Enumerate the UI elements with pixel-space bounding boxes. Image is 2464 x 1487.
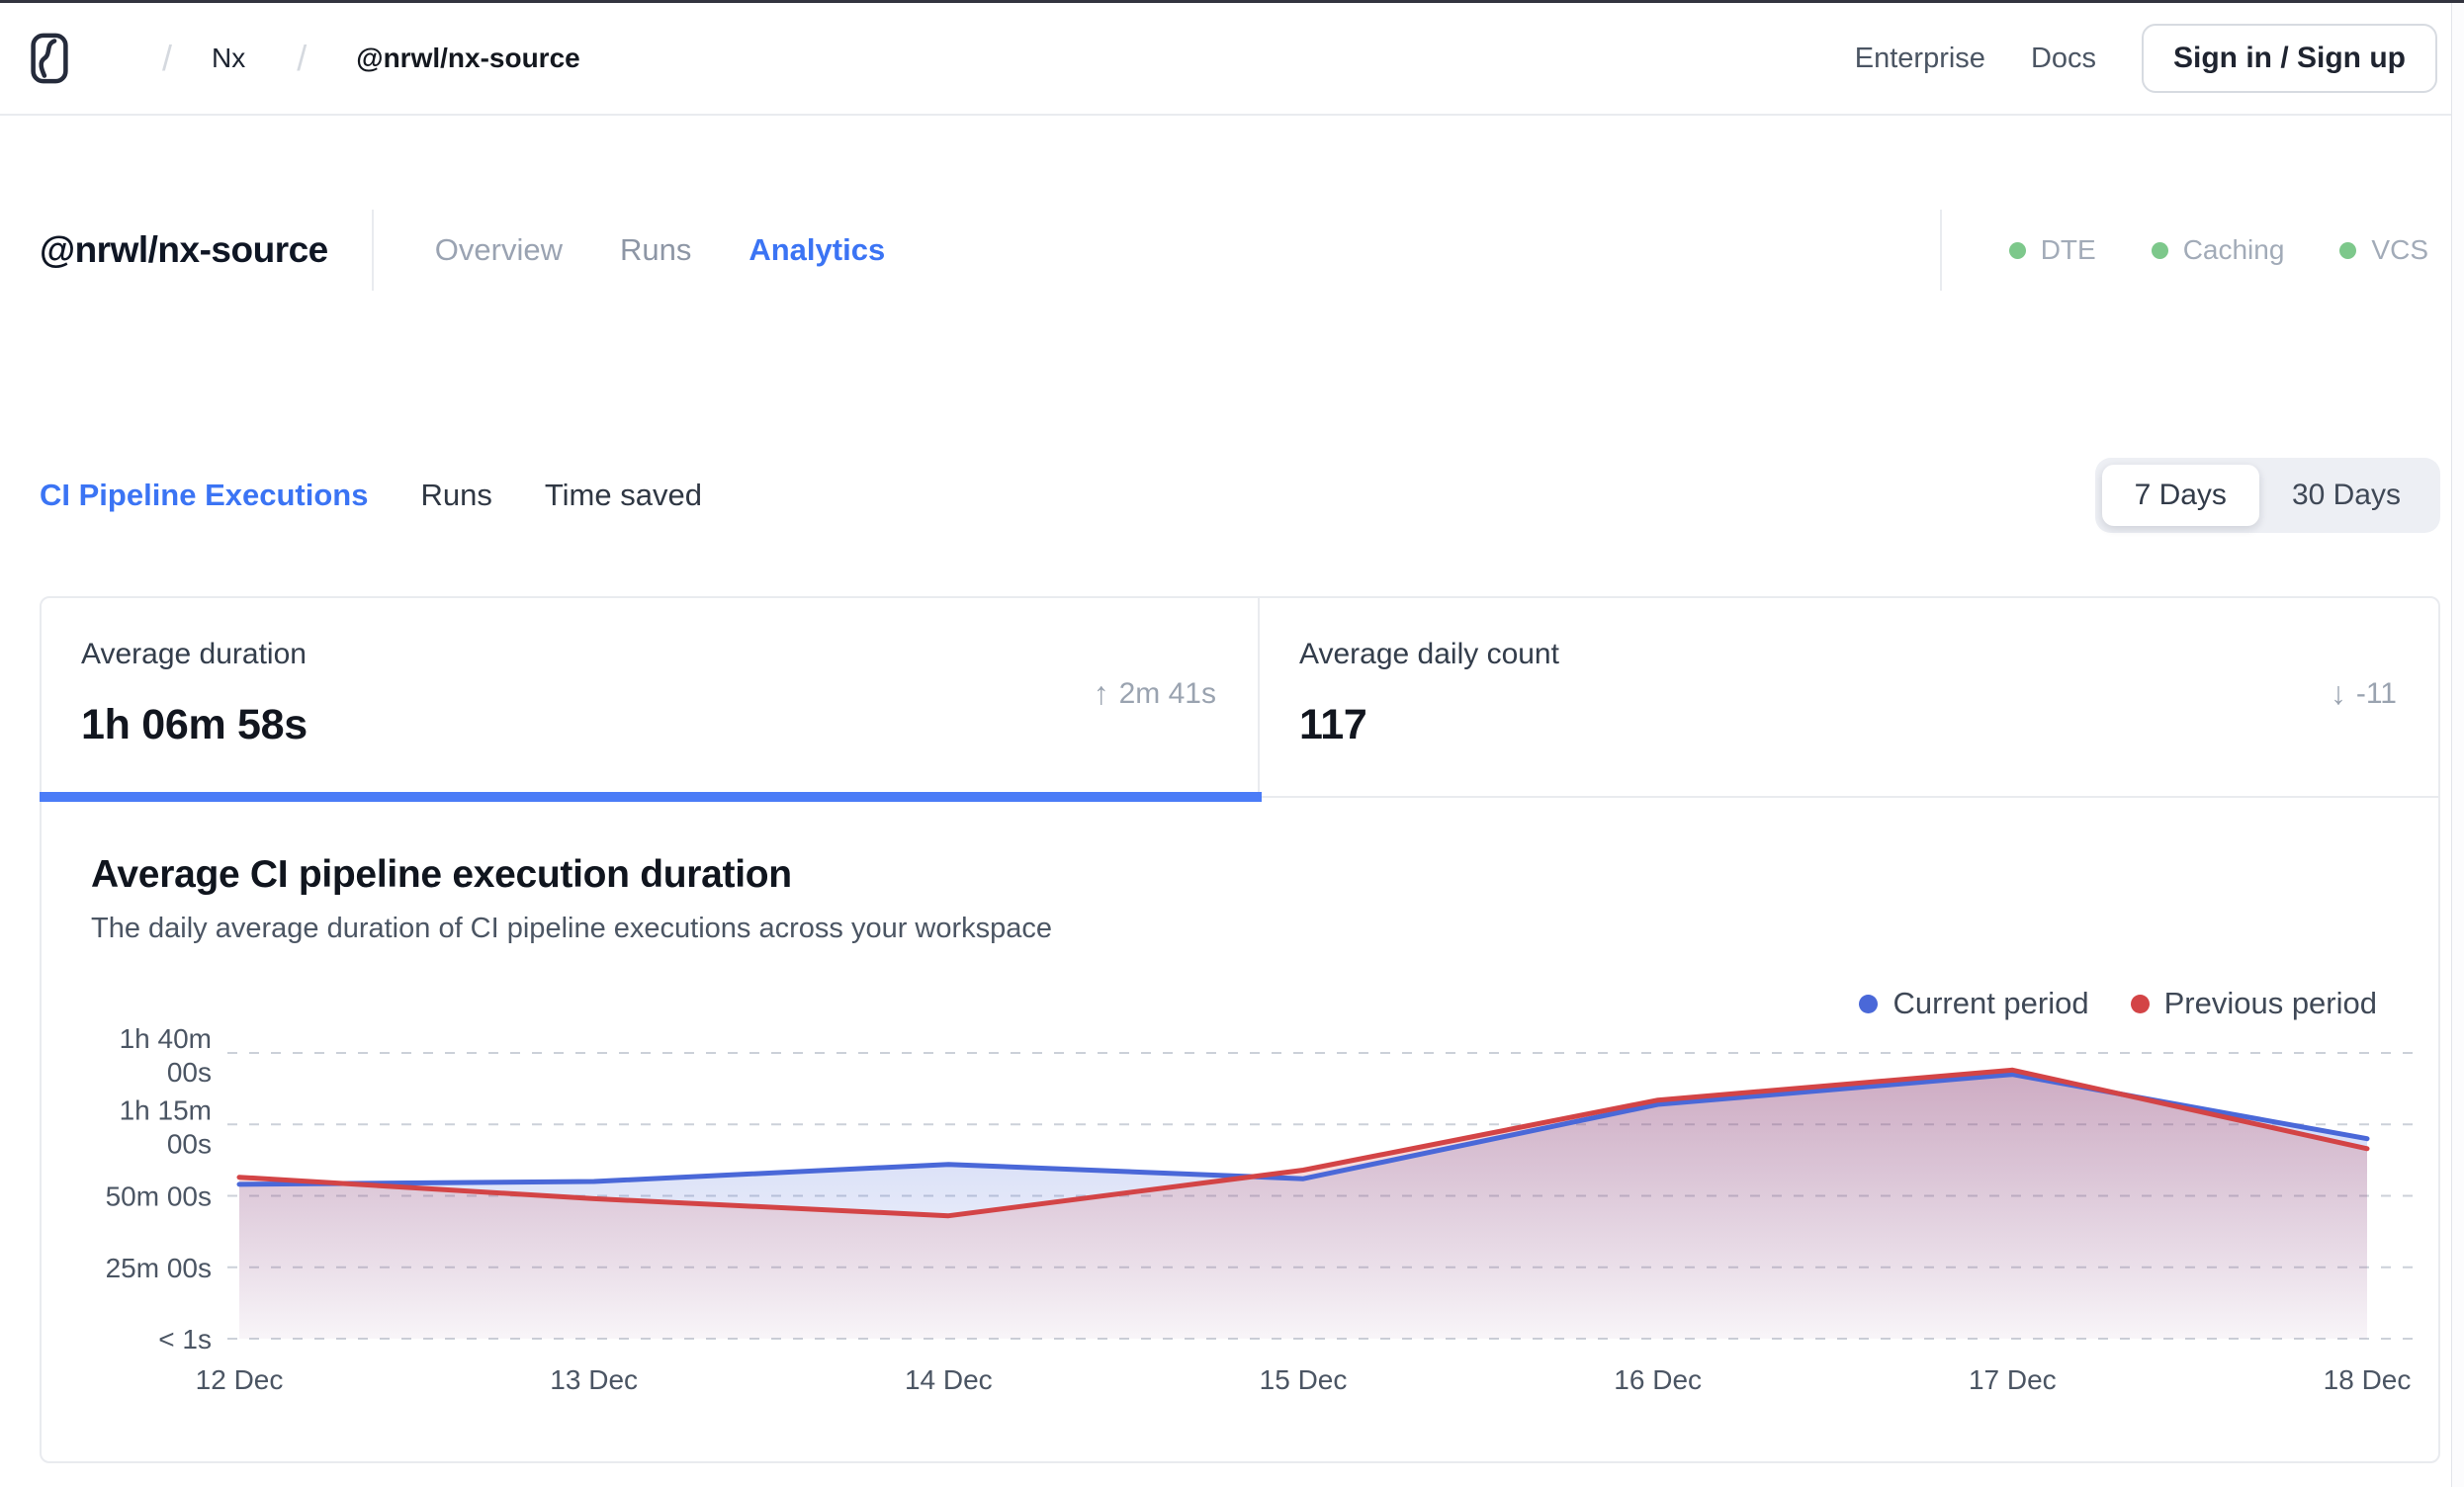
status-badge-caching: Caching (2151, 234, 2284, 266)
stat-card-average-daily-count[interactable]: Average daily count 117 ↓ -11 (1260, 598, 2438, 796)
svg-text:25m 00s: 25m 00s (106, 1253, 212, 1283)
svg-text:14 Dec: 14 Dec (905, 1364, 993, 1395)
green-dot-icon (2151, 241, 2168, 259)
stat-value: 117 (1299, 701, 1367, 748)
topbar-links: Enterprise Docs Sign in / Sign up (1855, 24, 2437, 93)
enterprise-link[interactable]: Enterprise (1855, 43, 1985, 75)
svg-text:15 Dec: 15 Dec (1260, 1364, 1348, 1395)
screen-top-edge (0, 0, 2464, 3)
range-option-7-days[interactable]: 7 Days (2101, 465, 2259, 526)
chart-header: Average CI pipeline execution duration T… (91, 853, 1052, 945)
svg-text:16 Dec: 16 Dec (1614, 1364, 1702, 1395)
breadcrumb-org[interactable]: Nx (212, 43, 245, 74)
topbar: / Nx / @nrwl/nx-source Enterprise Docs S… (0, 3, 2464, 116)
breadcrumb-workspace[interactable]: @nrwl/nx-source (356, 43, 579, 74)
analytics-panel: Average duration 1h 06m 58s ↑ 2m 41s Ave… (40, 596, 2440, 1463)
stat-delta-value: -11 (2355, 676, 2397, 710)
green-dot-icon (2339, 241, 2357, 259)
status-badge-dte: DTE (2008, 234, 2096, 266)
tab-analytics[interactable]: Analytics (748, 232, 885, 268)
stat-label: Average daily count (1299, 638, 1559, 670)
breadcrumb-separator: / (162, 38, 173, 78)
stat-value: 1h 06m 58s (81, 701, 308, 748)
stat-delta-value: 2m 41s (1118, 676, 1216, 710)
stat-delta: ↑ 2m 41s (1094, 675, 1216, 712)
workspace-header: @nrwl/nx-source Overview Runs Analytics … (40, 205, 2434, 296)
divider (1939, 210, 1942, 291)
chart-subtitle: The daily average duration of CI pipelin… (91, 913, 1053, 944)
tab-runs[interactable]: Runs (620, 232, 691, 268)
tab-analytics-runs[interactable]: Runs (420, 478, 491, 513)
arrow-up-icon: ↑ (1093, 675, 1109, 711)
workspace-title: @nrwl/nx-source (40, 229, 328, 270)
active-card-indicator (40, 792, 1262, 802)
svg-text:< 1s: < 1s (158, 1324, 212, 1355)
stat-card-average-duration[interactable]: Average duration 1h 06m 58s ↑ 2m 41s (40, 598, 1262, 802)
workspace-tabs: Overview Runs Analytics (435, 232, 885, 268)
docs-link[interactable]: Docs (2031, 43, 2096, 75)
stat-card-row: Average duration 1h 06m 58s ↑ 2m 41s Ave… (40, 598, 2438, 802)
chart-title: Average CI pipeline execution duration (91, 853, 792, 896)
svg-text:1h 40m00s: 1h 40m 00s (120, 1023, 212, 1088)
vertical-scrollbar[interactable] (2451, 3, 2464, 1487)
range-option-30-days[interactable]: 30 Days (2259, 465, 2433, 526)
tab-time-saved[interactable]: Time saved (545, 478, 702, 513)
svg-text:18 Dec: 18 Dec (2324, 1364, 2412, 1395)
svg-text:17 Dec: 17 Dec (1969, 1364, 2057, 1395)
green-dot-icon (2008, 241, 2026, 259)
svg-text:12 Dec: 12 Dec (196, 1364, 284, 1395)
nx-cloud-logo-icon[interactable] (30, 33, 69, 84)
analytics-tabs: CI Pipeline Executions Runs Time saved (40, 478, 702, 513)
analytics-section-nav: CI Pipeline Executions Runs Time saved 7… (40, 457, 2440, 534)
arrow-down-icon: ↓ (2330, 675, 2346, 711)
svg-text:13 Dec: 13 Dec (550, 1364, 638, 1395)
breadcrumb-separator: / (297, 38, 308, 78)
duration-area-chart: < 1s 25m 00s 50m 00s 1h 15m 00s1h 40m 00s 12 D… (106, 1023, 2420, 1395)
stat-label: Average duration (81, 638, 307, 670)
stat-delta: ↓ -11 (2331, 675, 2397, 712)
svg-text:1h 15m00s: 1h 15m 00s (120, 1094, 212, 1159)
tab-overview[interactable]: Overview (435, 232, 563, 268)
svg-text:50m 00s: 50m 00s (106, 1181, 212, 1212)
tab-ci-pipeline-executions[interactable]: CI Pipeline Executions (40, 478, 368, 513)
signin-button[interactable]: Sign in / Sign up (2142, 24, 2437, 93)
divider (371, 210, 374, 291)
workspace-status-badges: DTE Caching VCS (1939, 210, 2434, 291)
date-range-toggle: 7 Days 30 Days (2094, 458, 2440, 533)
status-badge-vcs: VCS (2339, 234, 2428, 266)
